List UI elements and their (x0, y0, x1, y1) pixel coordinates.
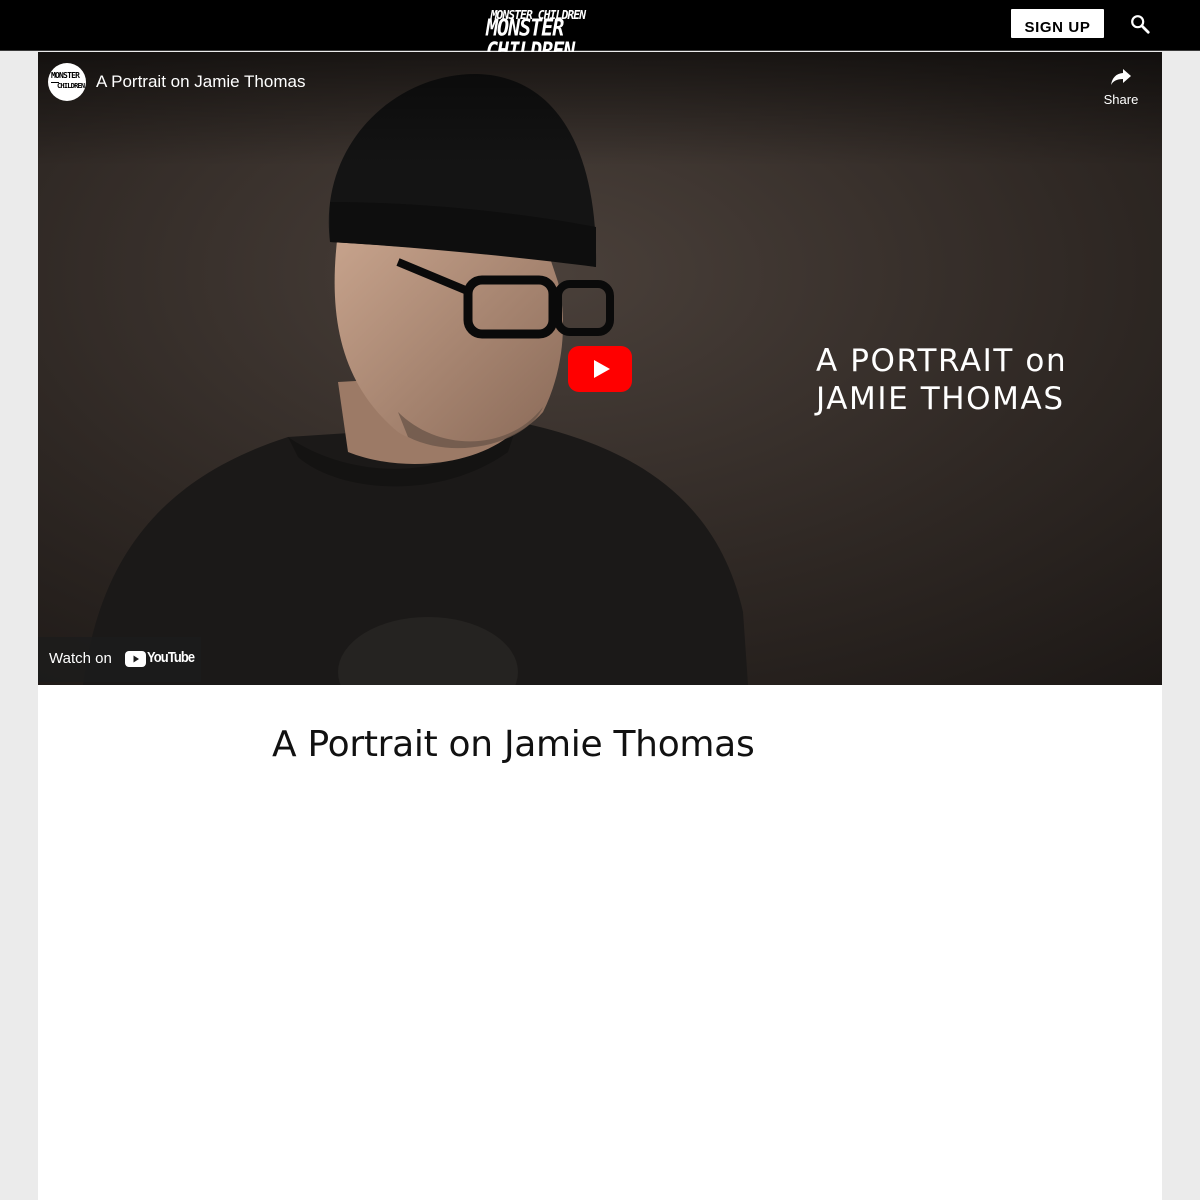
play-button[interactable] (568, 346, 632, 392)
channel-avatar-text-bottom: CHILDREN (57, 82, 85, 90)
video-overlay-line-1: A PORTRAIT on (816, 343, 1068, 379)
video-player[interactable]: MONSTER CHILDREN A Portrait on Jamie Tho… (38, 52, 1162, 685)
watch-on-label: Watch on (49, 650, 112, 667)
video-overlay-title: A PORTRAIT on JAMIE THOMAS (816, 342, 1067, 418)
video-title-link[interactable]: A Portrait on Jamie Thomas (96, 72, 305, 92)
article-title: A Portrait on Jamie Thomas (272, 724, 755, 765)
video-overlay-line-2: JAMIE THOMAS (816, 381, 1065, 417)
site-logo[interactable]: MONSTER CHILDREN MONSTER CHILDREN (486, 9, 610, 62)
site-header: MONSTER CHILDREN MONSTER CHILDREN SIGN U… (0, 0, 1200, 62)
channel-avatar[interactable]: MONSTER CHILDREN (48, 63, 86, 101)
search-icon[interactable] (1129, 13, 1151, 35)
share-button[interactable]: Share (1097, 64, 1145, 110)
youtube-logo-icon (125, 651, 146, 667)
article-content: MONSTER CHILDREN A Portrait on Jamie Tho… (38, 52, 1162, 1200)
youtube-wordmark: YouTube (147, 649, 195, 666)
watch-on-youtube-button[interactable]: Watch on YouTube (38, 637, 201, 682)
channel-avatar-text-top: MONSTER (51, 71, 80, 80)
sign-up-button[interactable]: SIGN UP (1011, 9, 1104, 38)
share-arrow-icon (1111, 69, 1131, 85)
share-label: Share (1103, 92, 1139, 107)
